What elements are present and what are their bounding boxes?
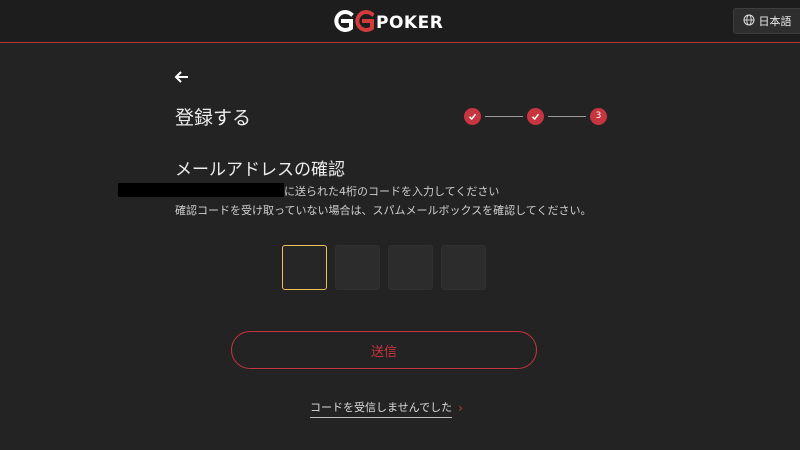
logo-text: POKER — [376, 12, 444, 33]
step-1-complete — [464, 107, 481, 125]
ggpoker-logo: POKER — [330, 9, 443, 33]
instruction-line-1: に送られた4桁のコードを入力してください — [284, 185, 500, 198]
resend-code-label: コードを受信しませんでした — [310, 399, 453, 418]
code-digit-4[interactable] — [441, 245, 486, 290]
back-button[interactable] — [172, 68, 192, 86]
top-bar: POKER 日本語 — [0, 0, 800, 43]
code-digit-1[interactable] — [282, 245, 327, 290]
resend-code-link[interactable]: コードを受信しませんでした › — [310, 399, 463, 418]
code-digit-2[interactable] — [335, 245, 380, 290]
code-input-group — [282, 245, 486, 290]
registration-stepper: 3 — [464, 107, 607, 125]
redacted-email — [118, 183, 284, 197]
verify-email-title: メールアドレスの確認 — [175, 160, 345, 180]
step-3-current: 3 — [590, 107, 607, 125]
gg-logo-mark — [330, 9, 374, 33]
page-title: 登録する — [175, 107, 252, 129]
check-icon — [468, 113, 477, 120]
instruction-line-2: 確認コードを受け取っていない場合は、スパムメールボックスを確認してください。 — [175, 204, 592, 217]
language-selector[interactable]: 日本語 — [733, 8, 800, 34]
code-digit-3[interactable] — [388, 245, 433, 290]
step-2-complete — [527, 107, 544, 125]
chevron-right-icon: › — [458, 400, 463, 415]
globe-icon — [743, 14, 755, 29]
back-arrow-icon — [174, 71, 188, 83]
check-icon — [531, 113, 540, 120]
step-connector — [548, 115, 586, 117]
submit-button[interactable]: 送信 — [231, 331, 537, 369]
language-label: 日本語 — [758, 15, 792, 28]
step-connector — [485, 115, 523, 117]
